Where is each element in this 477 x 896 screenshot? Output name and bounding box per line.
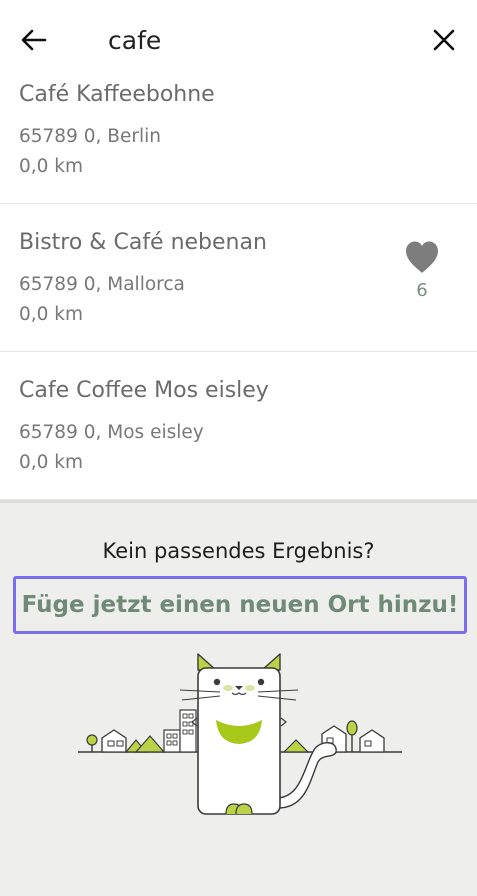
result-address: 65789 0, Mallorca bbox=[19, 274, 185, 295]
result-address: 65789 0, Mos eisley bbox=[19, 422, 204, 443]
result-distance: 0,0 km bbox=[19, 304, 84, 325]
list-item[interactable]: Cafe Coffee Mos eisley 65789 0, Mos eisl… bbox=[0, 352, 477, 500]
top-bar bbox=[0, 0, 477, 78]
cat-illustration bbox=[70, 648, 410, 828]
favorite-count: 6 bbox=[416, 280, 428, 301]
result-distance: 0,0 km bbox=[19, 156, 84, 177]
favorite-button[interactable]: 6 bbox=[402, 240, 442, 310]
results-list: Café Kaffeebohne 65789 0, Berlin 0,0 km … bbox=[0, 78, 477, 500]
add-place-button[interactable]: Füge jetzt einen neuen Ort hinzu! bbox=[13, 576, 467, 634]
result-name: Bistro & Café nebenan bbox=[19, 230, 267, 255]
close-icon[interactable] bbox=[428, 24, 460, 56]
result-address: 65789 0, Berlin bbox=[19, 126, 161, 147]
result-name: Cafe Coffee Mos eisley bbox=[19, 378, 269, 403]
result-distance: 0,0 km bbox=[19, 452, 84, 473]
heart-icon bbox=[404, 241, 440, 278]
search-input[interactable] bbox=[108, 20, 408, 60]
no-result-footer: Kein passendes Ergebnis? Füge jetzt eine… bbox=[0, 500, 477, 896]
list-item[interactable]: Café Kaffeebohne 65789 0, Berlin 0,0 km bbox=[0, 78, 477, 204]
back-arrow-icon[interactable] bbox=[18, 24, 50, 56]
result-name: Café Kaffeebohne bbox=[19, 82, 215, 107]
no-result-text: Kein passendes Ergebnis? bbox=[102, 539, 375, 563]
list-item[interactable]: Bistro & Café nebenan 65789 0, Mallorca … bbox=[0, 204, 477, 352]
